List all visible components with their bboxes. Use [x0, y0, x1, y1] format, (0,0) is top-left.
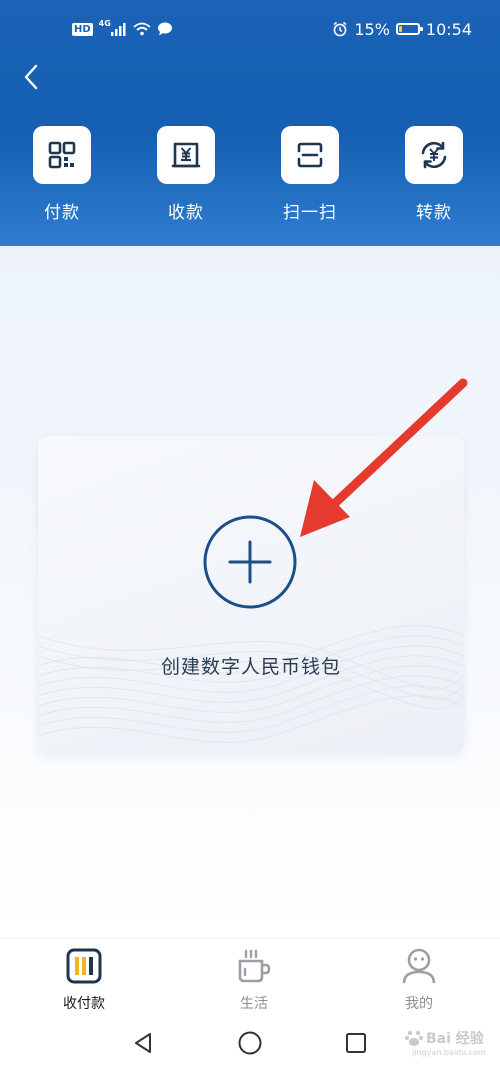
system-home-button[interactable]	[233, 1026, 267, 1060]
paw-logo-icon	[405, 1030, 423, 1046]
hd-badge: HD	[72, 22, 93, 36]
battery-percent: 15%	[354, 19, 390, 39]
add-wallet-button[interactable]	[202, 514, 298, 610]
bottom-nav: 收付款 生活 我的	[0, 938, 500, 1017]
system-recent-button[interactable]	[339, 1026, 373, 1060]
scan-label: 扫一扫	[283, 203, 337, 223]
system-back-button[interactable]	[126, 1026, 160, 1060]
create-wallet-card[interactable]: 创建数字人民币钱包	[38, 436, 464, 754]
watermark-sub: jingyan.baidu.com	[412, 1048, 486, 1057]
plus-circle-icon	[203, 515, 297, 609]
nav-item-life[interactable]: 生活	[199, 943, 309, 1013]
message-icon	[157, 22, 172, 36]
battery-fill	[398, 26, 402, 32]
watermark-text: Bai 经验	[426, 1031, 484, 1047]
transfer-button[interactable]: 转款	[389, 126, 479, 226]
nav-label-life: 生活	[240, 996, 268, 1012]
create-wallet-label: 创建数字人民币钱包	[160, 656, 341, 678]
network-type-label: 4G	[98, 18, 111, 28]
receive-label: 收款	[168, 203, 204, 223]
scan-icon	[297, 142, 323, 168]
triangle-back-icon	[135, 1033, 151, 1053]
yuan-transfer-icon	[421, 141, 447, 169]
back-button[interactable]	[16, 60, 46, 94]
user-icon	[402, 948, 436, 984]
page: HD 4G 15% 10:54 付款 收款 扫一扫 转款 创建数字人民币钱包 收…	[0, 0, 500, 1070]
status-bar: HD 4G 15% 10:54	[0, 0, 500, 58]
circle-home-icon	[238, 1031, 262, 1055]
scan-icon-tile	[281, 126, 339, 184]
clock-time: 10:54	[425, 19, 472, 39]
system-nav-bar: Bai 经验 jingyan.baidu.com	[0, 1016, 500, 1070]
coffee-cup-icon	[238, 949, 271, 983]
header: HD 4G 15% 10:54 付款 收款 扫一扫 转款	[0, 0, 500, 246]
scan-button[interactable]: 扫一扫	[265, 126, 355, 226]
chevron-left-icon	[24, 64, 38, 90]
alarm-icon	[333, 21, 347, 37]
receive-button[interactable]: 收款	[141, 126, 231, 226]
wifi-icon	[133, 22, 151, 36]
battery-icon	[395, 23, 423, 35]
main-content: 创建数字人民币钱包	[0, 246, 500, 938]
status-left: HD 4G	[72, 18, 173, 40]
transfer-label: 转款	[416, 203, 452, 223]
nav-item-payments[interactable]: 收付款	[29, 943, 139, 1013]
pay-label: 付款	[44, 203, 80, 223]
nav-item-mine[interactable]: 我的	[364, 943, 474, 1013]
nav-label-payments: 收付款	[63, 996, 105, 1012]
signal-icon	[110, 23, 126, 36]
pay-icon-tile	[33, 126, 91, 184]
receive-icon-tile	[157, 126, 215, 184]
status-right: 15% 10:54	[332, 16, 472, 42]
yuan-receipt-icon	[171, 142, 201, 168]
nav-label-mine: 我的	[405, 996, 433, 1012]
watermark: Bai 经验 jingyan.baidu.com	[404, 1028, 494, 1064]
transfer-icon-tile	[405, 126, 463, 184]
payment-icon	[66, 948, 102, 984]
pay-button[interactable]: 付款	[17, 126, 107, 226]
qr-code-icon	[48, 141, 76, 169]
square-recent-icon	[346, 1033, 366, 1053]
